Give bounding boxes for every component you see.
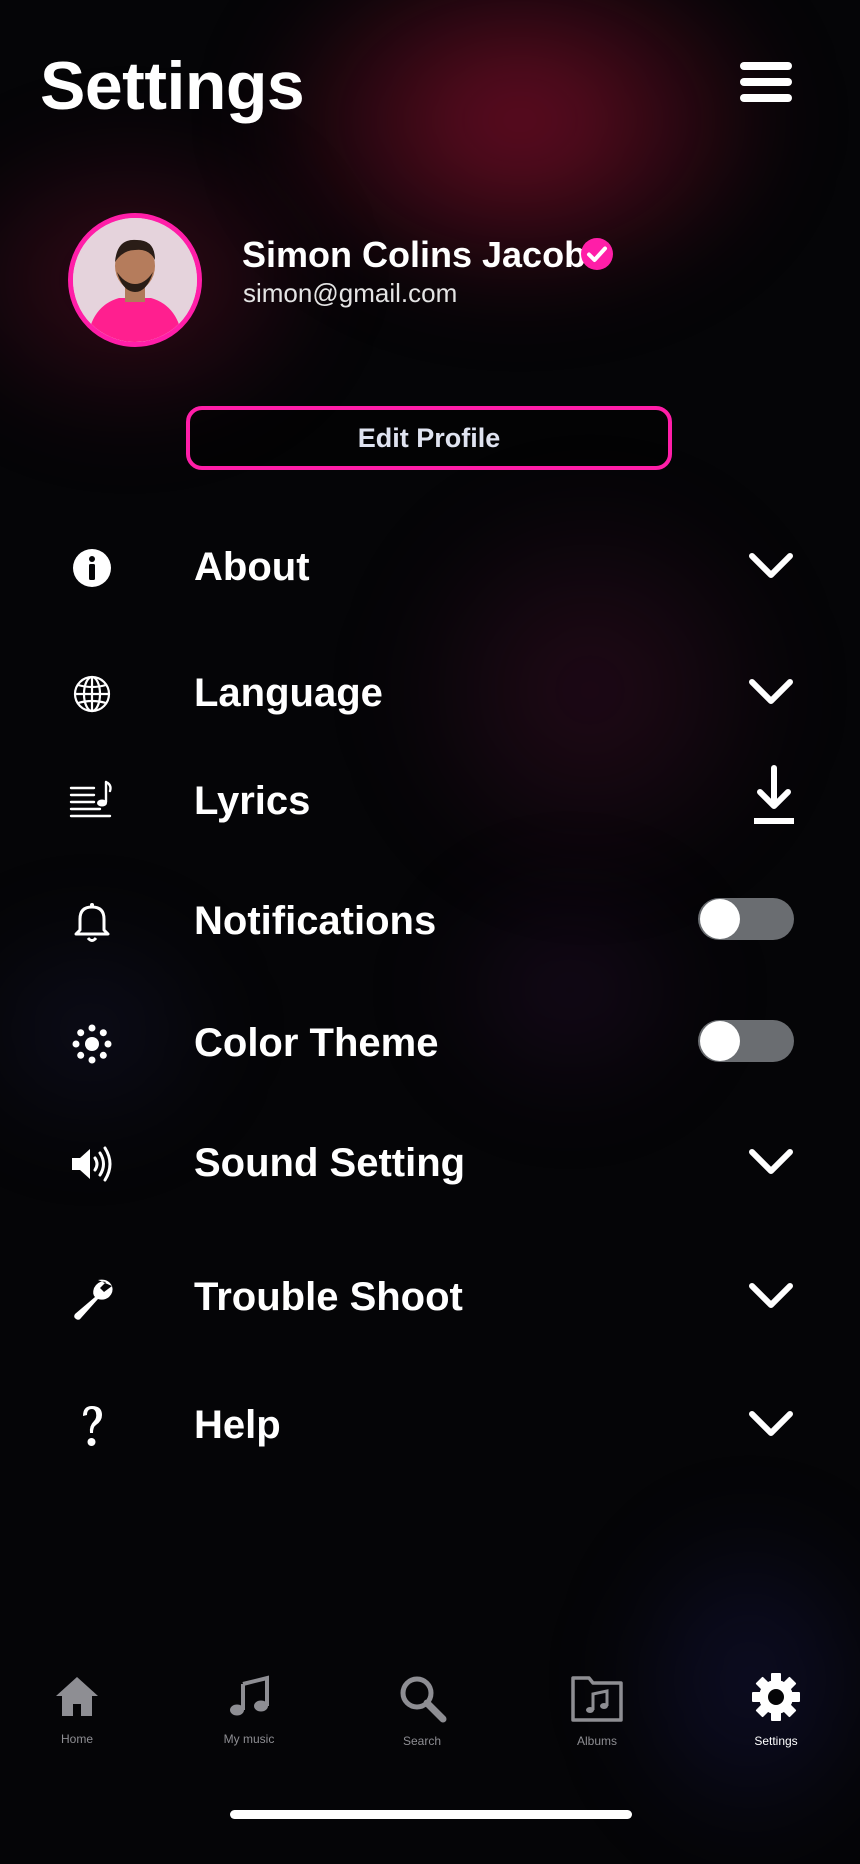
tab-label-albums: Albums	[576, 1734, 617, 1748]
brightness-icon	[72, 1024, 112, 1064]
globe-icon	[73, 675, 111, 713]
setting-label-language: Language	[194, 671, 383, 715]
setting-label-notifications: Notifications	[194, 899, 437, 943]
question-icon	[83, 1406, 102, 1446]
setting-row-help[interactable]: Help	[0, 1384, 860, 1464]
setting-label-help: Help	[194, 1403, 281, 1447]
tab-label-search: Search	[402, 1734, 442, 1748]
tab-my-music[interactable]: My music	[189, 1660, 309, 1770]
setting-label-color-theme: Color Theme	[194, 1021, 439, 1065]
setting-row-about[interactable]: About	[0, 526, 860, 606]
color-theme-toggle[interactable]	[698, 1020, 794, 1062]
profile-name: Simon Colins Jacob	[242, 234, 587, 275]
chevron-down-icon[interactable]	[748, 674, 794, 710]
avatar[interactable]	[68, 213, 202, 347]
lyrics-icon	[69, 780, 112, 818]
setting-row-lyrics[interactable]: Lyrics	[0, 760, 860, 840]
chevron-down-icon[interactable]	[748, 1144, 794, 1180]
setting-label-trouble-shoot: Trouble Shoot	[194, 1275, 463, 1319]
setting-label-sound: Sound Setting	[194, 1141, 466, 1185]
gear-icon	[752, 1673, 800, 1721]
page-title: Settings	[40, 48, 305, 124]
tab-home[interactable]: Home	[17, 1660, 137, 1770]
tab-albums[interactable]: Albums	[537, 1660, 657, 1770]
setting-row-color-theme[interactable]: Color Theme	[0, 1002, 860, 1082]
hamburger-menu-icon[interactable]	[740, 62, 792, 108]
verified-check-icon	[581, 238, 613, 270]
setting-row-trouble-shoot[interactable]: Trouble Shoot	[0, 1256, 860, 1336]
chevron-down-icon[interactable]	[748, 1406, 794, 1442]
search-icon	[400, 1676, 447, 1723]
chevron-down-icon[interactable]	[748, 1278, 794, 1314]
info-icon	[73, 549, 111, 587]
chevron-down-icon[interactable]	[748, 548, 794, 584]
setting-row-notifications[interactable]: Notifications	[0, 880, 860, 960]
wrench-icon	[74, 1279, 113, 1320]
home-indicator	[230, 1810, 632, 1819]
music-note-icon	[230, 1675, 269, 1716]
setting-label-about: About	[194, 545, 310, 589]
profile-email: simon@gmail.com	[243, 278, 458, 308]
bell-icon	[74, 903, 110, 942]
tab-settings[interactable]: Settings	[716, 1660, 836, 1770]
notifications-toggle[interactable]	[698, 898, 794, 940]
tab-label-settings: Settings	[754, 1734, 798, 1748]
album-folder-icon	[571, 1676, 623, 1722]
setting-row-sound[interactable]: Sound Setting	[0, 1122, 860, 1202]
home-icon	[56, 1677, 98, 1716]
bottom-tab-bar: Home My music Search Albums Settings	[0, 1660, 860, 1770]
tab-search[interactable]: Search	[362, 1660, 482, 1770]
speaker-icon	[72, 1146, 112, 1182]
setting-row-language[interactable]: Language	[0, 652, 860, 732]
tab-label-home: Home	[60, 1732, 93, 1746]
edit-profile-button[interactable]: Edit Profile	[186, 406, 672, 470]
setting-label-lyrics: Lyrics	[194, 779, 311, 823]
download-icon[interactable]	[752, 764, 796, 830]
tab-label-my-music: My music	[223, 1732, 275, 1746]
